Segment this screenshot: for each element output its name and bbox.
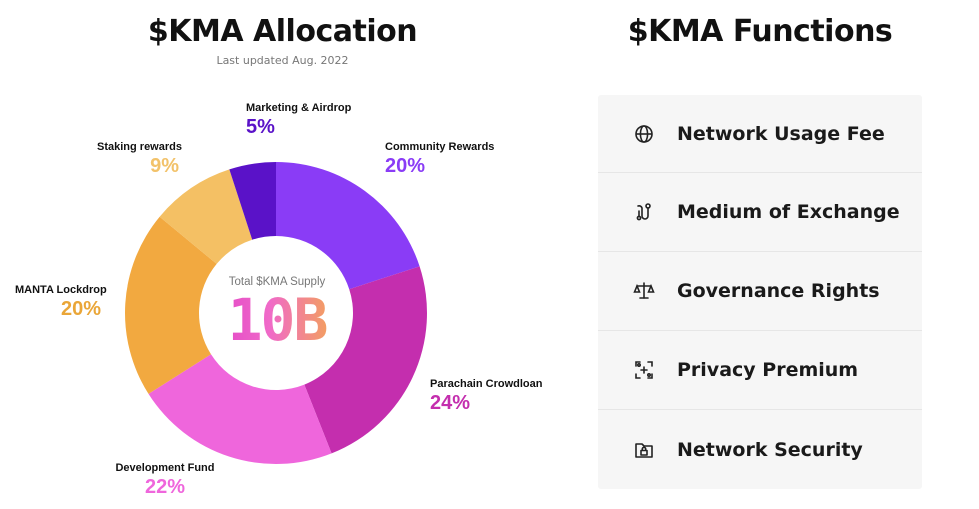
privacy-frame-icon <box>633 359 655 381</box>
label-development-fund: Development Fund 22% <box>90 462 240 499</box>
function-row-medium-of-exchange: Medium of Exchange <box>598 173 922 252</box>
label-staking-rewards: Staking rewards 9% <box>97 141 182 178</box>
function-row-privacy-premium: Privacy Premium <box>598 331 922 410</box>
label-name: Development Fund <box>115 462 215 474</box>
label-pct: 22% <box>144 476 186 498</box>
label-pct: 20% <box>385 155 426 177</box>
function-label: Governance Rights <box>677 280 880 302</box>
function-label: Network Usage Fee <box>677 122 885 145</box>
scales-icon <box>633 280 655 302</box>
label-manta-lockdrop: MANTA Lockdrop 20% <box>15 284 107 321</box>
label-community-rewards: Community Rewards 20% <box>385 141 494 178</box>
label-name: Staking rewards <box>97 141 182 153</box>
function-row-network-security: Network Security <box>598 410 922 489</box>
label-pct: 20% <box>60 298 101 320</box>
exchange-path-icon <box>633 201 655 223</box>
function-label: Network Security <box>677 438 863 461</box>
label-pct: 9% <box>150 155 179 177</box>
functions-title: $KMA Functions <box>627 14 893 49</box>
label-pct: 24% <box>430 392 471 414</box>
function-label: Medium of Exchange <box>677 201 900 223</box>
label-name: Community Rewards <box>385 141 495 153</box>
slice-community-rewards <box>276 162 420 290</box>
allocation-donut-chart <box>124 162 427 464</box>
function-row-governance-rights: Governance Rights <box>598 252 922 331</box>
center-value: 10B <box>205 284 349 356</box>
functions-panel: Network Usage Fee Medium of Exchange Gov… <box>598 95 922 489</box>
label-pct: 5% <box>246 116 275 138</box>
label-name: Parachain Crowdloan <box>430 378 543 390</box>
label-name: MANTA Lockdrop <box>15 284 107 296</box>
label-name: Marketing & Airdrop <box>246 102 352 114</box>
function-row-network-usage-fee: Network Usage Fee <box>598 95 922 173</box>
label-marketing-airdrop: Marketing & Airdrop 5% <box>246 102 351 139</box>
function-label: Privacy Premium <box>677 359 859 381</box>
locked-folder-icon <box>633 439 655 461</box>
globe-icon <box>633 123 655 145</box>
label-parachain-crowdloan: Parachain Crowdloan 24% <box>430 378 542 415</box>
